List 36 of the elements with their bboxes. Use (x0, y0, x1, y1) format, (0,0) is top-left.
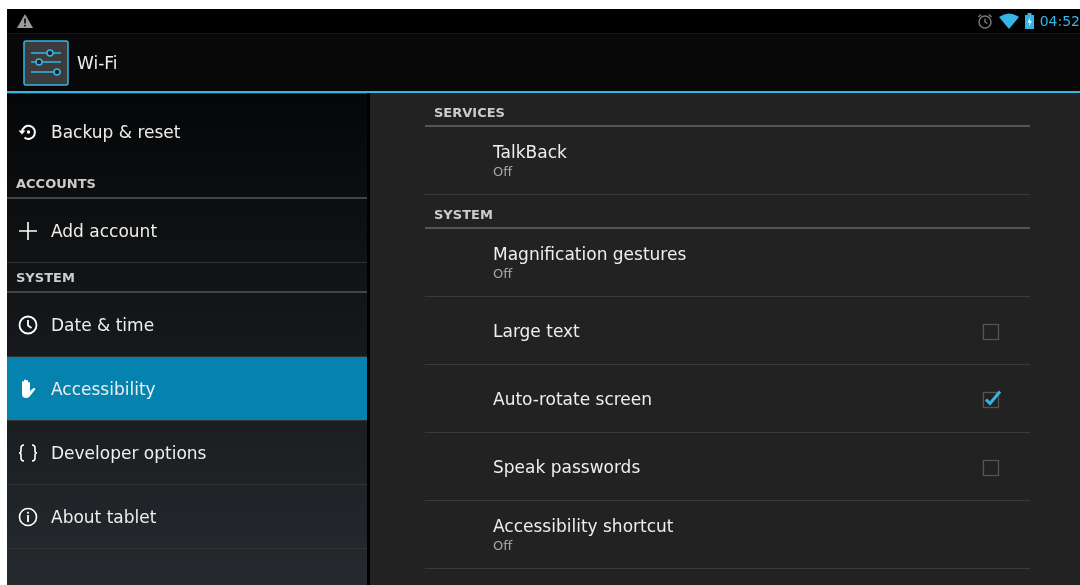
settings-sliders-icon[interactable] (23, 39, 69, 86)
plus-icon (18, 220, 38, 241)
settings-item[interactable]: Auto-rotate screen (425, 365, 1030, 433)
wifi-signal-icon (998, 13, 1019, 29)
info-icon (18, 506, 38, 527)
settings-item-title: Auto-rotate screen (493, 388, 654, 409)
sidebar-section-header: ACCOUNTS (7, 169, 367, 199)
sidebar-item[interactable]: Developer options (7, 421, 367, 485)
settings-item-title: Large text (493, 320, 581, 341)
settings-item-summary: Off (493, 538, 514, 553)
warning-icon (17, 14, 33, 28)
alarm-clock-icon (976, 13, 993, 29)
settings-item[interactable]: Speak passwords (425, 433, 1030, 501)
curly-braces-icon (18, 442, 38, 463)
settings-item-summary: Off (493, 266, 514, 281)
settings-item[interactable]: Magnification gestures Off (425, 229, 1030, 297)
sidebar-section-header: SYSTEM (7, 263, 367, 293)
settings-item-title: TalkBack (493, 142, 568, 162)
settings-item[interactable]: Accessibility shortcut Off (425, 501, 1030, 569)
settings-item-title: Accessibility shortcut (493, 516, 675, 536)
settings-item[interactable]: Large text (425, 297, 1030, 365)
settings-item[interactable]: TalkBack Off (425, 127, 1030, 195)
battery-charging-icon (1024, 13, 1034, 29)
sidebar-item[interactable]: About tablet (7, 485, 367, 549)
action-bar-title: Wi-Fi (77, 52, 118, 73)
settings-section-header: SERVICES (425, 99, 1030, 127)
checkbox[interactable] (982, 388, 1002, 409)
settings-item-title: Speak passwords (493, 456, 642, 477)
settings-item-title: Magnification gestures (493, 244, 688, 264)
sidebar-item[interactable]: Add account (7, 199, 367, 263)
sidebar-item[interactable]: Accessibility (7, 357, 367, 421)
settings-item-summary: Off (493, 164, 514, 179)
status-time: 04:52 (1039, 13, 1080, 29)
clock-icon (18, 314, 38, 335)
sidebar-item[interactable]: Backup & reset (7, 94, 367, 169)
settings-section-header: SYSTEM (425, 201, 1030, 229)
